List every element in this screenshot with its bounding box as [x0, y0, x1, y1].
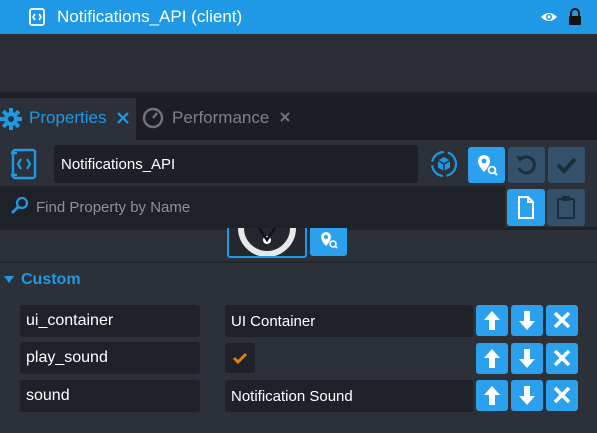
property-value: UI Container: [231, 313, 316, 330]
close-icon[interactable]: [115, 108, 131, 126]
custom-section-label[interactable]: Custom: [21, 271, 81, 289]
move-down-button[interactable]: [511, 343, 543, 374]
networking-icon[interactable]: [428, 148, 460, 180]
gear-icon: [0, 108, 22, 130]
tab-performance-label[interactable]: Performance: [172, 108, 269, 128]
delete-property-button[interactable]: [546, 343, 578, 374]
lock-icon[interactable]: [567, 8, 583, 26]
play-sound-checkbox[interactable]: [225, 343, 255, 373]
property-name: ui_container: [26, 312, 114, 329]
locate-button[interactable]: [468, 147, 505, 183]
confirm-button[interactable]: [548, 147, 585, 183]
script-icon: [28, 8, 46, 26]
close-icon[interactable]: [278, 109, 292, 125]
collapse-arrow-icon[interactable]: [4, 275, 14, 285]
hierarchy-empty-space: [0, 34, 597, 98]
object-name-value: Notifications_API: [61, 156, 176, 173]
object-thumbnail[interactable]: [227, 228, 307, 258]
property-name: play_sound: [26, 349, 108, 366]
move-down-button[interactable]: [511, 305, 543, 336]
move-down-button[interactable]: [511, 380, 543, 411]
tab-properties-label: Properties: [29, 108, 107, 127]
hierarchy-item-label: Notifications_API (client): [57, 7, 243, 26]
move-up-button[interactable]: [476, 380, 508, 411]
search-placeholder: Find Property by Name: [36, 199, 191, 216]
eye-icon[interactable]: [540, 10, 558, 24]
property-name: sound: [26, 387, 70, 404]
move-up-button[interactable]: [476, 343, 508, 374]
move-up-button[interactable]: [476, 305, 508, 336]
thumbnail-locate-button[interactable]: [310, 228, 347, 256]
speedometer-icon: [142, 107, 164, 129]
section-divider: [0, 261, 597, 263]
search-icon: [10, 196, 30, 216]
copy-button[interactable]: [507, 189, 545, 226]
reset-button[interactable]: [508, 147, 545, 183]
delete-property-button[interactable]: [546, 380, 578, 411]
paste-button[interactable]: [547, 189, 585, 226]
delete-property-button[interactable]: [546, 305, 578, 336]
property-value: Notification Sound: [231, 388, 353, 405]
script-icon: [7, 147, 41, 181]
